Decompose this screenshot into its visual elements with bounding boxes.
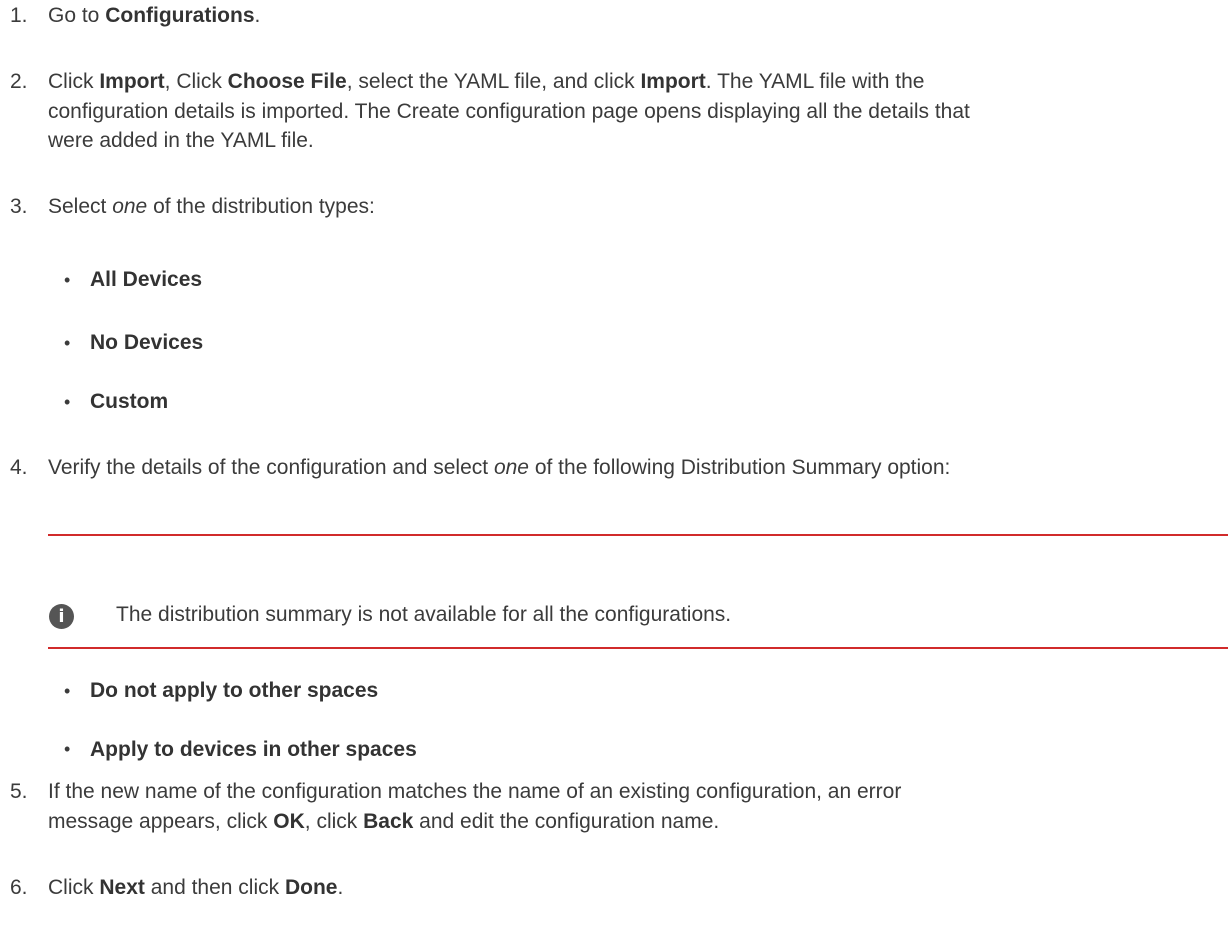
bullet-item: Custom — [90, 390, 169, 413]
bullet-dot: • — [64, 333, 71, 353]
step-text-line: Select one of the distribution types: — [48, 195, 375, 218]
bullet-item: Do not apply to other spaces — [90, 679, 379, 702]
bullet-item: All Devices — [90, 268, 203, 291]
note-text: The distribution summary is not availabl… — [116, 603, 732, 626]
step-text-line: Verify the details of the configuration … — [48, 456, 951, 479]
step-number: 5. — [10, 780, 28, 803]
bullet-dot: • — [64, 681, 71, 701]
note-bottom-rule — [48, 647, 1228, 649]
step-text-line: If the new name of the configuration mat… — [48, 780, 902, 803]
instruction-document: 1. Go to Configurations. 2. Click Import… — [0, 0, 1228, 938]
bullet-item: No Devices — [90, 331, 204, 354]
step-text-line: Click Import, Click Choose File, select … — [48, 70, 925, 93]
step-number: 6. — [10, 876, 28, 899]
bullet-dot: • — [64, 739, 71, 759]
step-text-line: were added in the YAML file. — [48, 129, 314, 152]
note-top-rule — [48, 534, 1228, 536]
bullet-dot: • — [64, 392, 71, 412]
bullet-item: Apply to devices in other spaces — [90, 738, 417, 761]
step-text-line: Go to Configurations. — [48, 4, 261, 27]
info-icon: i — [49, 604, 74, 629]
step-number: 1. — [10, 4, 28, 27]
step-text-line: message appears, click OK, click Back an… — [48, 810, 720, 833]
step-text-line: Click Next and then click Done. — [48, 876, 344, 899]
bullet-dot: • — [64, 270, 71, 290]
step-number: 4. — [10, 456, 28, 479]
step-text-line: configuration details is imported. The C… — [48, 100, 970, 123]
step-number: 3. — [10, 195, 28, 218]
step-number: 2. — [10, 70, 28, 93]
